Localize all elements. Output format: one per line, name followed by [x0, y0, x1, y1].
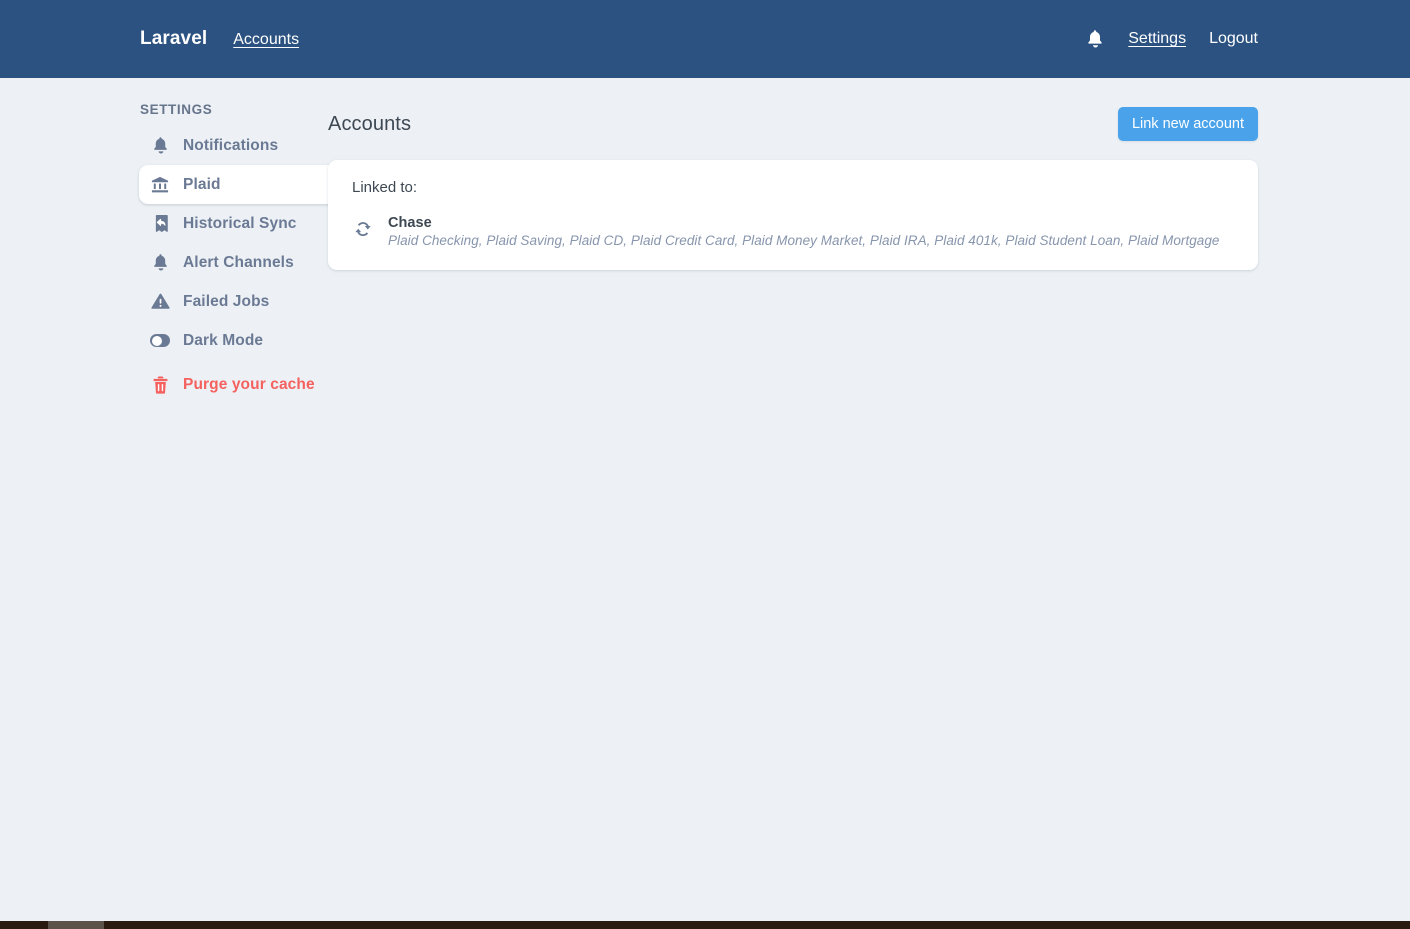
top-navbar: Laravel Accounts Settings Logout: [0, 0, 1410, 78]
warning-triangle-icon: [150, 291, 170, 312]
sync-icon: [352, 219, 374, 241]
navbar-right-group: Settings Logout: [1085, 28, 1258, 50]
bank-icon: [150, 174, 170, 195]
dark-mode-toggle[interactable]: [150, 334, 170, 347]
linked-account-row[interactable]: Chase Plaid Checking, Plaid Saving, Plai…: [352, 215, 1234, 248]
main-content: Accounts Link new account Linked to: Cha…: [300, 102, 1410, 404]
linked-accounts-card: Linked to: Chase Plaid Checking, Plaid S…: [328, 160, 1258, 270]
bell-icon: [150, 135, 170, 156]
sidebar-item-label: Failed Jobs: [183, 292, 270, 310]
linked-to-label: Linked to:: [352, 179, 418, 196]
page-title: Accounts: [328, 112, 412, 135]
taskbar-window-button[interactable]: [48, 921, 104, 929]
sidebar-item-label: Historical Sync: [183, 214, 297, 232]
history-icon: [150, 213, 170, 234]
page-container: SETTINGS Notifications Plaid Historical …: [0, 78, 1410, 404]
bell-icon: [150, 252, 170, 273]
account-subaccounts-list: Plaid Checking, Plaid Saving, Plaid CD, …: [388, 233, 1220, 248]
sidebar-item-label: Dark Mode: [183, 331, 264, 349]
nav-link-accounts[interactable]: Accounts: [233, 31, 299, 49]
link-new-account-button[interactable]: Link new account: [1117, 107, 1258, 141]
app-brand-logo[interactable]: Laravel: [140, 28, 207, 50]
account-name: Chase: [388, 215, 432, 231]
trash-icon: [150, 374, 170, 395]
toggle-knob: [151, 335, 162, 346]
toggle-switch-icon[interactable]: [150, 330, 170, 351]
settings-sidebar: SETTINGS Notifications Plaid Historical …: [0, 102, 409, 404]
sidebar-item-label: Notifications: [183, 136, 279, 154]
main-header: Accounts Link new account: [328, 102, 1258, 146]
nav-link-settings[interactable]: Settings: [1128, 30, 1186, 48]
nav-link-logout[interactable]: Logout: [1209, 30, 1258, 48]
notifications-bell-icon[interactable]: [1085, 28, 1105, 50]
os-taskbar-strip: [0, 921, 1410, 929]
sidebar-heading: SETTINGS: [140, 102, 213, 117]
account-info: Chase Plaid Checking, Plaid Saving, Plai…: [388, 215, 1219, 248]
sidebar-item-label: Plaid: [183, 175, 221, 193]
navbar-left-group: Laravel Accounts: [140, 28, 299, 50]
sidebar-item-label: Alert Channels: [183, 253, 294, 271]
sidebar-item-label: Purge your cache: [183, 375, 315, 393]
